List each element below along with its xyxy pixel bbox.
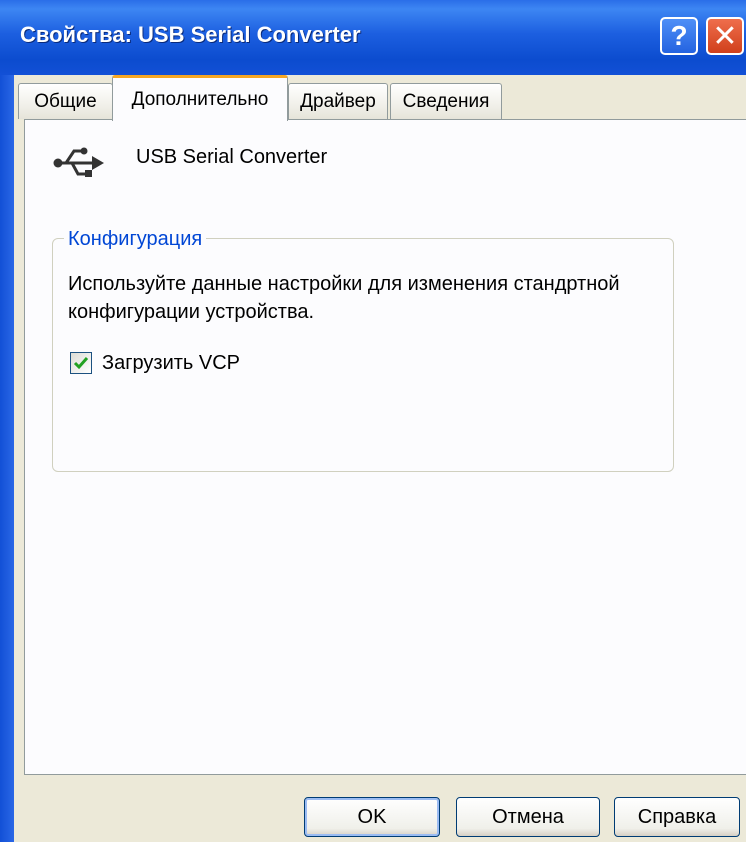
question-icon: ?: [670, 20, 688, 51]
title-bar[interactable]: Свойства: USB Serial Converter ? ✕: [0, 0, 746, 75]
device-name: USB Serial Converter: [136, 146, 328, 168]
help-button[interactable]: Справка: [614, 797, 740, 837]
window-title: Свойства: USB Serial Converter: [20, 22, 361, 47]
help-title-button[interactable]: ?: [660, 17, 698, 55]
tab-details[interactable]: Сведения: [390, 83, 502, 119]
ok-button[interactable]: OK: [304, 797, 440, 837]
load-vcp-label[interactable]: Загрузить VCP: [102, 352, 240, 375]
close-button[interactable]: ✕: [706, 17, 744, 55]
tab-strip: Общие Дополнительно Драйвер Сведения: [16, 75, 746, 123]
groupbox-legend: Конфигурация: [64, 228, 207, 251]
window-frame-left: [0, 75, 14, 842]
tab-general[interactable]: Общие: [18, 83, 113, 119]
usb-icon: [53, 147, 104, 177]
configuration-description: Используйте данные настройки для изменен…: [68, 273, 620, 323]
checkmark-icon: [73, 357, 89, 370]
tab-driver[interactable]: Драйвер: [288, 83, 388, 119]
properties-dialog: Свойства: USB Serial Converter ? ✕ Общие…: [0, 0, 746, 842]
tab-advanced[interactable]: Дополнительно: [112, 75, 288, 121]
close-icon: ✕: [712, 19, 738, 53]
load-vcp-checkbox[interactable]: [70, 352, 92, 374]
cancel-button[interactable]: Отмена: [456, 797, 600, 837]
